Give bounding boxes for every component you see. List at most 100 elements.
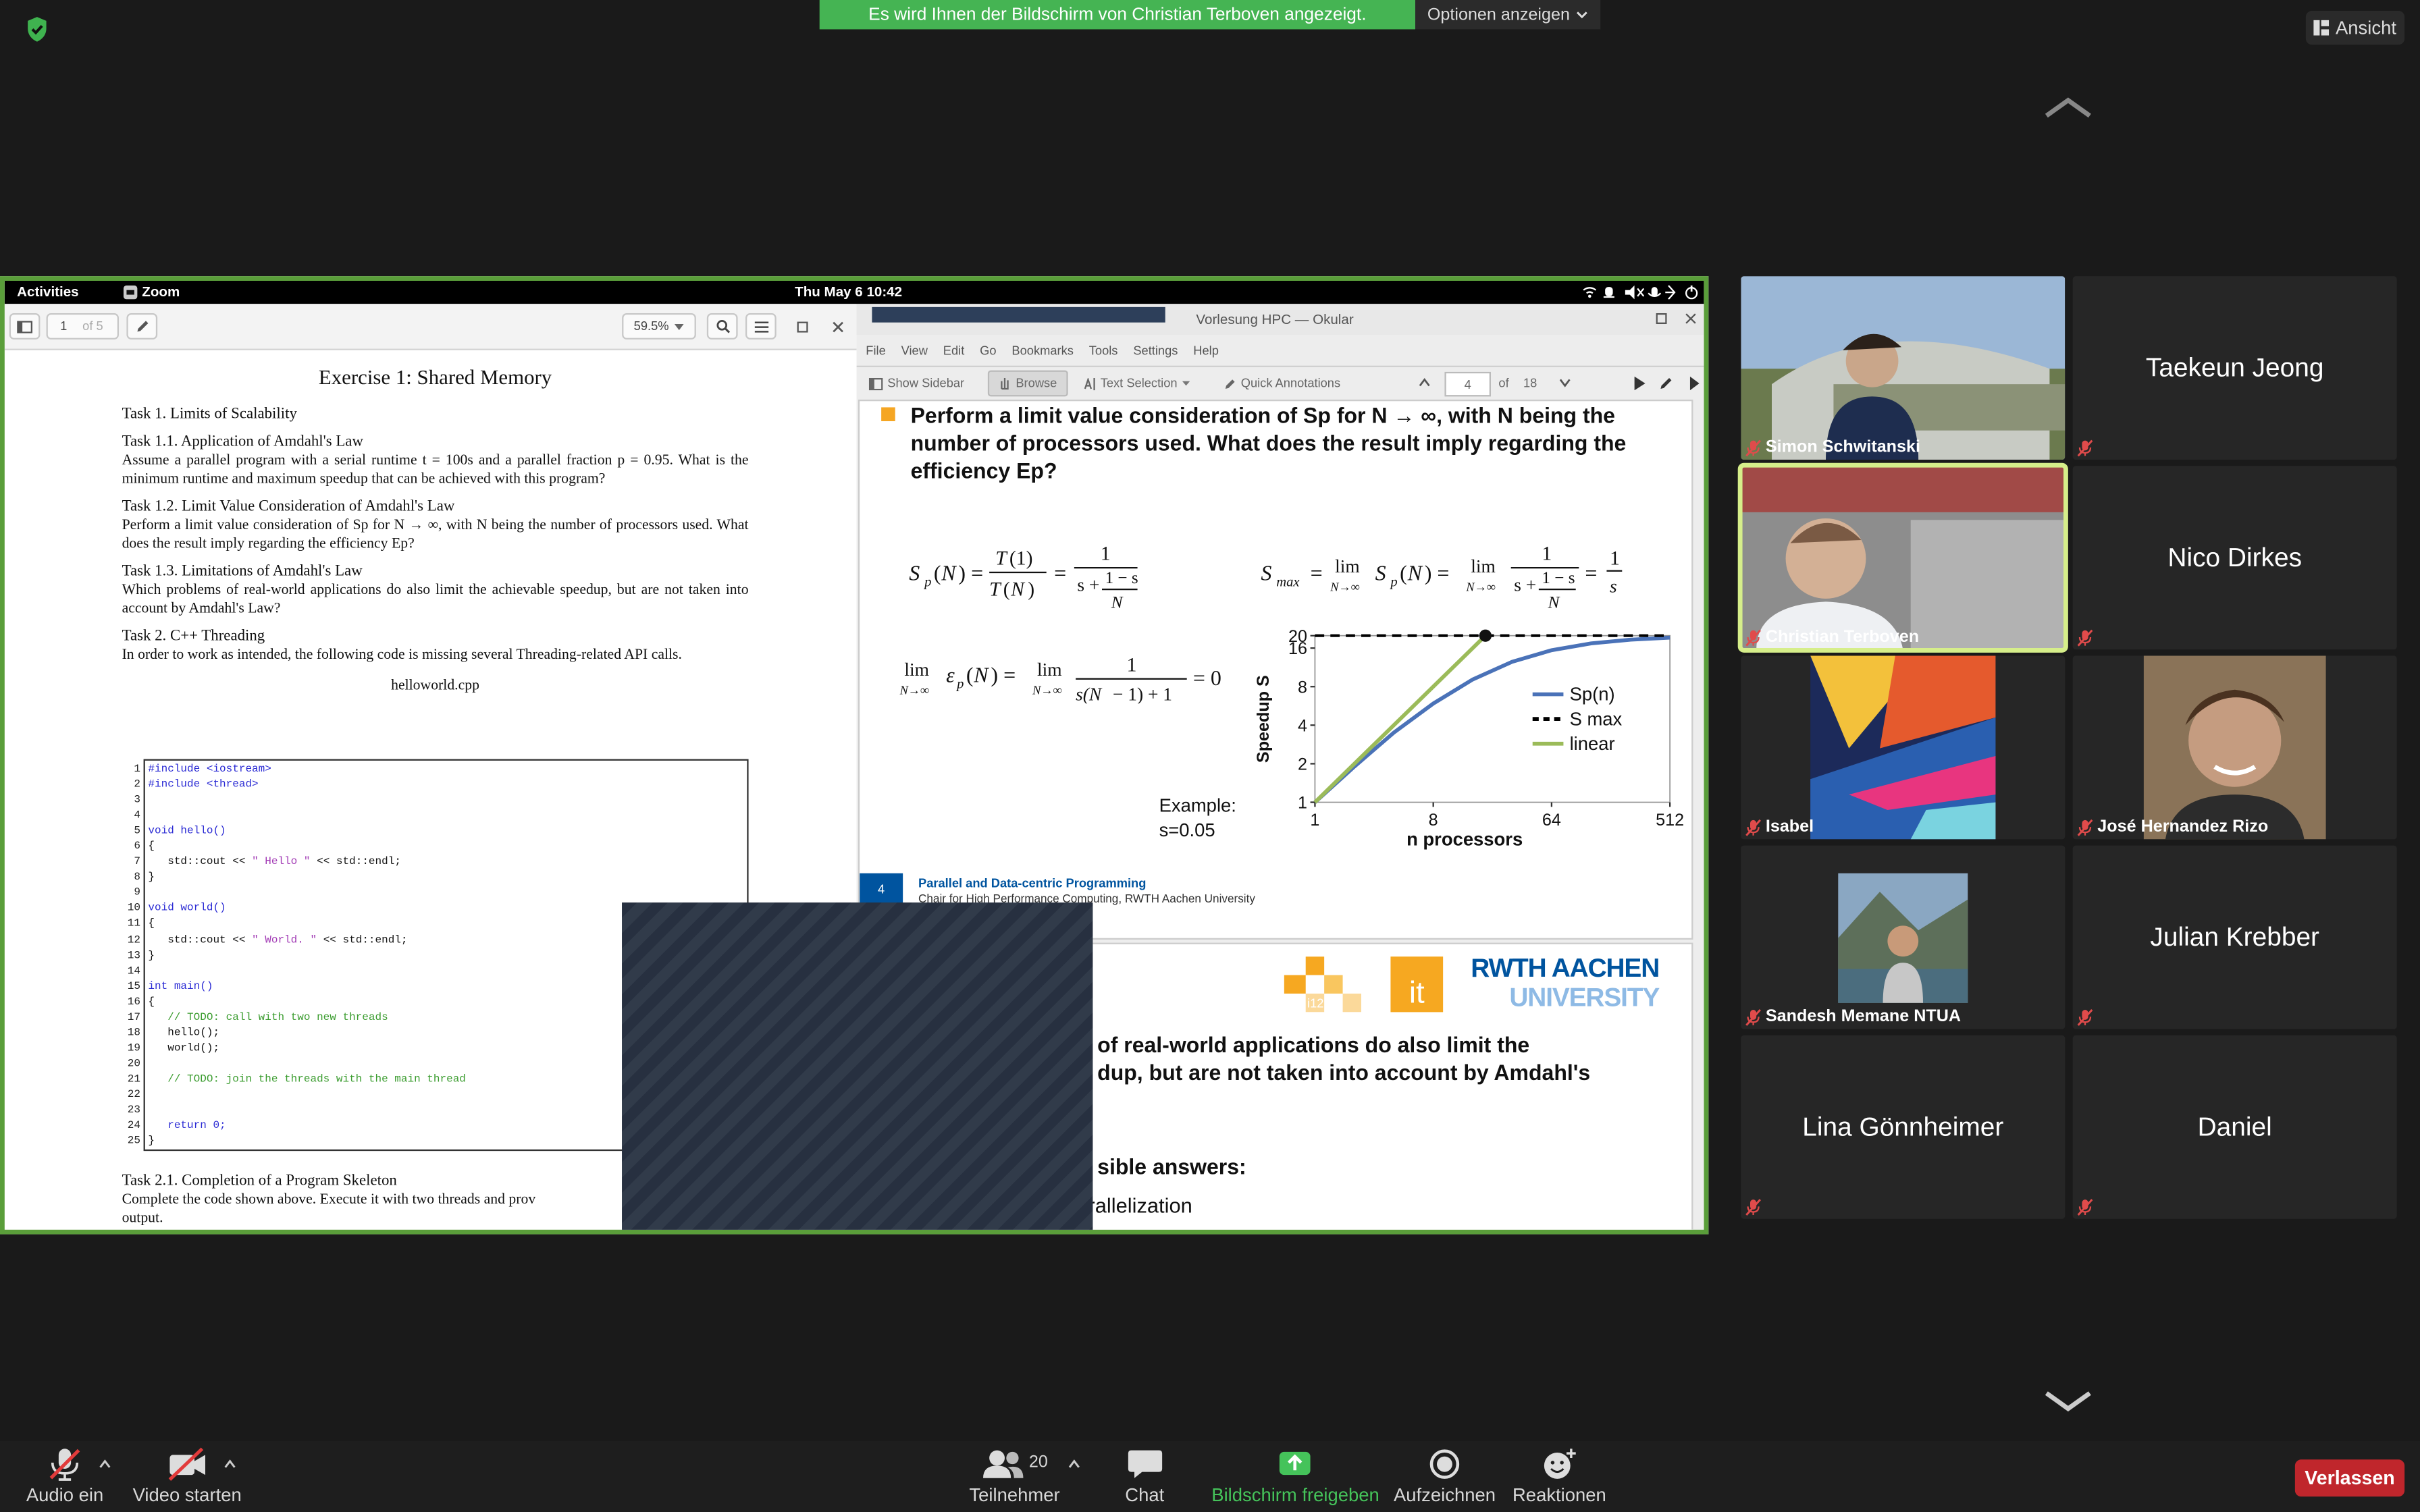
video-options-caret-icon[interactable] <box>223 1459 236 1469</box>
close-icon[interactable] <box>1685 313 1696 324</box>
search-button[interactable] <box>706 313 738 340</box>
svg-text:lim: lim <box>1037 659 1062 680</box>
participant-tile-lina-g-nnheimer[interactable]: Lina Gönnheimer <box>1741 1035 2066 1219</box>
participant-label: Simon Schwitanski <box>1745 438 1920 457</box>
window-thumbnail <box>872 306 1165 323</box>
text-selection-button[interactable]: Text Selection <box>1084 377 1190 390</box>
show-sidebar-button[interactable]: Show Sidebar <box>868 377 964 390</box>
okular-menu-tools[interactable]: Tools <box>1089 344 1118 358</box>
code-line: void hello() <box>148 826 226 838</box>
maximize-icon[interactable] <box>796 321 808 333</box>
chat-button[interactable]: Chat <box>1125 1447 1164 1506</box>
app-menu[interactable]: Zoom <box>123 284 180 299</box>
annotate-button[interactable] <box>126 313 158 340</box>
previous-page-icon[interactable] <box>1419 378 1431 387</box>
task-1-2-heading: Task 1.2. Limit Value Consideration of A… <box>122 498 455 516</box>
gallery-up-chevron-icon[interactable] <box>2042 96 2095 121</box>
legend-label: S max <box>1570 708 1623 729</box>
page-input[interactable]: 4 <box>1444 371 1491 397</box>
code-line-number: 20 <box>127 1058 141 1071</box>
participant-tile-isabel[interactable]: Isabel <box>1741 655 2066 840</box>
footer-title: Parallel and Data-centric Programming <box>918 876 1147 890</box>
maximize-icon[interactable] <box>1656 313 1667 325</box>
task-1-1-heading: Task 1.1. Application of Amdahl's Law <box>122 433 363 451</box>
x-tick-label: 64 <box>1542 811 1561 830</box>
participant-tile-sandesh-memane-ntua[interactable]: Sandesh Memane NTUA <box>1741 845 2066 1029</box>
okular-menu-view[interactable]: View <box>901 344 928 358</box>
muted-microphone-icon <box>49 1449 80 1481</box>
share-screen-button[interactable]: Bildschirm freigeben <box>1211 1447 1379 1506</box>
participants-options-caret-icon[interactable] <box>1068 1459 1080 1469</box>
next-page-icon[interactable] <box>1559 378 1571 387</box>
okular-menu-file[interactable]: File <box>866 344 885 358</box>
code-line-number: 4 <box>134 810 141 823</box>
okular-menu-edit[interactable]: Edit <box>943 344 965 358</box>
zoom-select[interactable]: 59.5% <box>622 313 696 340</box>
record-icon <box>1429 1449 1460 1479</box>
security-shield-icon[interactable] <box>22 14 53 45</box>
svg-text:p: p <box>923 575 931 590</box>
muted-icon <box>1745 439 1761 456</box>
okular-menubar: File View Edit Go Bookmarks Tools Settings Help <box>866 344 1219 358</box>
participant-tile-julian-krebber[interactable]: Julian Krebber <box>2072 845 2397 1029</box>
page-number-input[interactable]: 1 <box>60 319 67 333</box>
participant-tile-nico-dirkes[interactable]: Nico Dirkes <box>2072 466 2397 650</box>
system-tray-icons[interactable] <box>1582 285 1700 300</box>
code-line-number: 23 <box>127 1104 141 1117</box>
code-line: } <box>148 950 155 963</box>
activities-button[interactable]: Activities <box>17 284 79 300</box>
gallery-down-chevron-icon[interactable] <box>2042 1388 2095 1413</box>
code-line-number: 7 <box>134 857 141 869</box>
okular-menu-help[interactable]: Help <box>1193 344 1219 358</box>
code-caption: helloworld.cpp <box>391 678 480 695</box>
okular-menu-bookmarks[interactable]: Bookmarks <box>1011 344 1073 358</box>
rwth-logo: RWTH AACHEN UNIVERSITY <box>1471 953 1660 1013</box>
participant-tile-simon-schwitanski[interactable]: Simon Schwitanski <box>1741 276 2066 460</box>
i12-logo-text: i12 <box>1307 996 1324 1011</box>
svg-text:N→∞: N→∞ <box>900 684 929 697</box>
pdf-page: Exercise 1: Shared Memory Task 1. Limits… <box>122 367 749 696</box>
participant-tile-taekeun-jeong[interactable]: Taekeun Jeong <box>2072 276 2397 460</box>
audio-options-caret-icon[interactable] <box>99 1459 111 1469</box>
okular-menu-settings[interactable]: Settings <box>1133 344 1178 358</box>
svg-text:lim: lim <box>904 659 929 680</box>
reactions-button[interactable]: Reaktionen <box>1512 1447 1606 1506</box>
play-icon[interactable] <box>1634 376 1646 391</box>
svg-text:) =: ) = <box>1425 560 1450 585</box>
svg-text:(: ( <box>934 560 941 585</box>
x-axis-label: n processors <box>1406 829 1523 850</box>
annotate-pen-icon[interactable] <box>1659 377 1673 391</box>
browse-tool-button[interactable]: Browse <box>987 370 1068 397</box>
options-button[interactable]: Optionen anzeigen <box>1415 0 1601 30</box>
participants-button[interactable]: 20 Teilnehmer <box>969 1447 1060 1506</box>
audio-button[interactable]: Audio ein <box>26 1447 103 1506</box>
okular-menu-go[interactable]: Go <box>980 344 996 358</box>
record-button[interactable]: Aufzeichnen <box>1394 1447 1496 1506</box>
x-tick-label: 1 <box>1310 811 1319 830</box>
sidebar-toggle-button[interactable] <box>9 313 41 340</box>
svg-text:) =: ) = <box>991 662 1016 686</box>
rwth-logo-line-1: RWTH AACHEN <box>1471 953 1660 983</box>
participant-video <box>1741 655 2066 840</box>
code-line-number: 3 <box>134 794 141 807</box>
clock: Thu May 6 10:42 <box>795 284 903 300</box>
participant-tile-daniel[interactable]: Daniel <box>2072 1035 2397 1219</box>
task-1-3-text: Which problems of real-world application… <box>122 583 749 618</box>
participant-label: Sandesh Memane NTUA <box>1745 1008 1961 1026</box>
shared-screen: Activities Zoom Thu May 6 10:42 1 of 5 5… <box>0 276 1709 1235</box>
participant-name-center: Julian Krebber <box>2150 921 2320 952</box>
participant-label: José Hernandez Rizo <box>2077 817 2268 836</box>
page-number-field[interactable]: 1 of 5 <box>46 313 120 340</box>
leave-button[interactable]: Verlassen <box>2294 1459 2405 1497</box>
view-button[interactable]: Ansicht <box>2305 11 2405 45</box>
close-icon[interactable] <box>832 321 844 333</box>
svg-text:T: T <box>989 578 1002 600</box>
svg-text:1: 1 <box>1127 654 1137 676</box>
more-arrow-icon[interactable] <box>1689 376 1700 391</box>
quick-annotations-button[interactable]: Quick Annotations <box>1224 377 1340 390</box>
participant-tile-christian-terboven[interactable]: Christian Terboven <box>1737 462 2068 653</box>
muted-icon <box>1745 1199 1761 1216</box>
menu-button[interactable] <box>745 313 777 340</box>
participant-tile-jos-hernandez-rizo[interactable]: José Hernandez Rizo <box>2072 655 2397 840</box>
video-button[interactable]: Video starten <box>133 1447 242 1506</box>
